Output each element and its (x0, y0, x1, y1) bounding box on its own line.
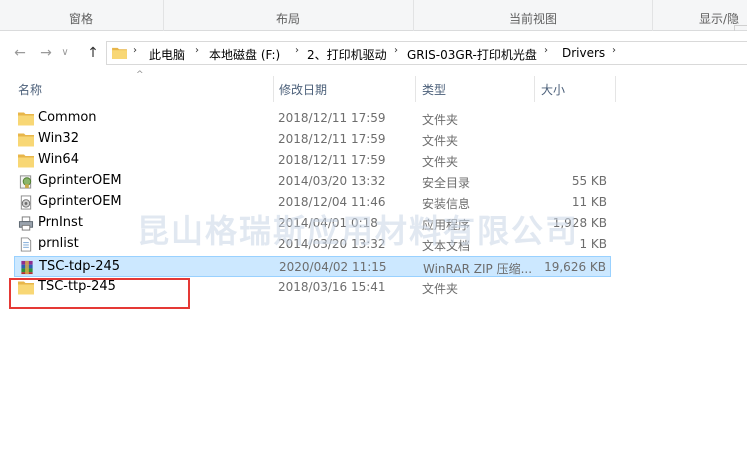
file-date: 2014/03/20 13:32 (278, 237, 386, 251)
file-type: WinRAR ZIP 压缩... (423, 262, 533, 276)
file-date: 2018/12/11 17:59 (278, 132, 386, 146)
file-row-prnlist[interactable]: prnlist 2014/03/20 13:32 文本文档 1 KB (14, 234, 611, 255)
breadcrumb-this-pc[interactable]: 此电脑 (149, 46, 185, 63)
file-type: 应用程序 (422, 218, 471, 232)
setup-info-icon (20, 195, 32, 210)
ribbon-corner (734, 25, 747, 31)
file-type: 安装信息 (422, 197, 471, 211)
file-name: Win64 (38, 152, 79, 167)
text-file-icon (20, 237, 32, 252)
red-highlight-box (9, 278, 190, 309)
file-date: 2014/04/01 0:18 (278, 216, 378, 230)
ribbon-group-current-view[interactable]: 当前视图 (414, 0, 652, 31)
file-row-gprinteroem-cat[interactable]: GprinterOEM 2014/03/20 13:32 安全目录 55 KB (14, 171, 611, 192)
file-date: 2018/03/16 15:41 (278, 280, 386, 294)
ribbon-group-labels: 窗格 布局 当前视图 显示/隐 (0, 0, 747, 31)
file-row-win64[interactable]: Win64 2018/12/11 17:59 文件夹 (14, 150, 611, 171)
breadcrumb-drivers[interactable]: Drivers (562, 46, 605, 60)
column-header-date[interactable]: 修改日期 (273, 78, 415, 102)
file-row-gprinteroem-inf[interactable]: GprinterOEM 2018/12/04 11:46 安装信息 11 KB (14, 192, 611, 213)
file-date: 2018/12/04 11:46 (278, 195, 386, 209)
recent-locations-button[interactable]: ∨ (58, 41, 72, 65)
file-size: 1,928 KB (552, 216, 607, 230)
column-header-size[interactable]: 大小 (535, 78, 615, 102)
file-type: 文件夹 (422, 155, 459, 169)
security-catalog-icon (19, 175, 32, 189)
back-button[interactable]: ← (9, 41, 31, 65)
arrow-left-icon: ← (14, 45, 26, 61)
breadcrumb-local-disk[interactable]: 本地磁盘 (F:) (209, 46, 280, 63)
file-size: 55 KB (571, 174, 607, 188)
file-name: prnlist (38, 236, 79, 251)
breadcrumb-separator-icon: › (612, 45, 616, 56)
forward-button[interactable]: → (35, 41, 57, 65)
file-name: PrnInst (38, 215, 83, 230)
ribbon-group-show-hide[interactable]: 显示/隐 (653, 0, 747, 31)
file-date: 2018/12/11 17:59 (278, 111, 386, 125)
chevron-down-icon: ∨ (61, 47, 69, 58)
file-type: 文件夹 (422, 282, 459, 296)
file-name: GprinterOEM (38, 194, 122, 209)
ribbon-group-panes[interactable]: 窗格 (0, 0, 162, 31)
folder-icon (18, 154, 34, 168)
address-bar[interactable]: › 此电脑 › 本地磁盘 (F:) › 2、打印机驱动 › GRIS-03GR-… (106, 41, 747, 65)
file-row-prninst[interactable]: PrnInst 2014/04/01 0:18 应用程序 1,928 KB (14, 213, 611, 234)
breadcrumb-separator-icon: › (544, 45, 548, 56)
up-button[interactable]: ↑ (82, 41, 104, 65)
breadcrumb-separator-icon: › (133, 45, 137, 56)
file-size: 1 KB (579, 237, 607, 251)
file-size: 11 KB (571, 195, 607, 209)
column-header-name[interactable]: 名称 (12, 78, 273, 102)
folder-icon (18, 133, 34, 147)
folder-icon (112, 47, 127, 59)
file-name: Win32 (38, 131, 79, 146)
file-name: GprinterOEM (38, 173, 122, 188)
file-name: TSC-tdp-245 (39, 259, 121, 274)
ribbon-group-layout[interactable]: 布局 (164, 0, 412, 31)
file-row-tsc-tdp-245[interactable]: TSC-tdp-245 2020/04/02 11:15 WinRAR ZIP … (14, 256, 611, 277)
file-type: 文件夹 (422, 134, 459, 148)
file-type: 安全目录 (422, 176, 471, 190)
file-type: 文件夹 (422, 113, 459, 127)
file-name: Common (38, 110, 97, 125)
file-row-win32[interactable]: Win32 2018/12/11 17:59 文件夹 (14, 129, 611, 150)
breadcrumb-separator-icon: › (195, 45, 199, 56)
breadcrumb-separator-icon: › (394, 45, 398, 56)
file-date: 2014/03/20 13:32 (278, 174, 386, 188)
winrar-archive-icon (21, 260, 33, 275)
printer-app-icon (18, 216, 34, 231)
file-date: 2018/12/11 17:59 (278, 153, 386, 167)
file-size: 19,626 KB (544, 260, 606, 274)
file-type: 文本文档 (422, 239, 471, 253)
arrow-up-icon: ↑ (87, 45, 99, 61)
breadcrumb-printer-disc[interactable]: GRIS-03GR-打印机光盘 (407, 46, 537, 63)
arrow-right-icon: → (40, 45, 52, 61)
breadcrumb-separator-icon: › (295, 45, 299, 56)
file-row-common[interactable]: Common 2018/12/11 17:59 文件夹 (14, 108, 611, 129)
folder-icon (18, 112, 34, 126)
column-header-type[interactable]: 类型 (416, 78, 534, 102)
file-date: 2020/04/02 11:15 (279, 260, 387, 274)
column-divider[interactable] (615, 76, 616, 102)
breadcrumb-printer-driver[interactable]: 2、打印机驱动 (307, 46, 387, 63)
